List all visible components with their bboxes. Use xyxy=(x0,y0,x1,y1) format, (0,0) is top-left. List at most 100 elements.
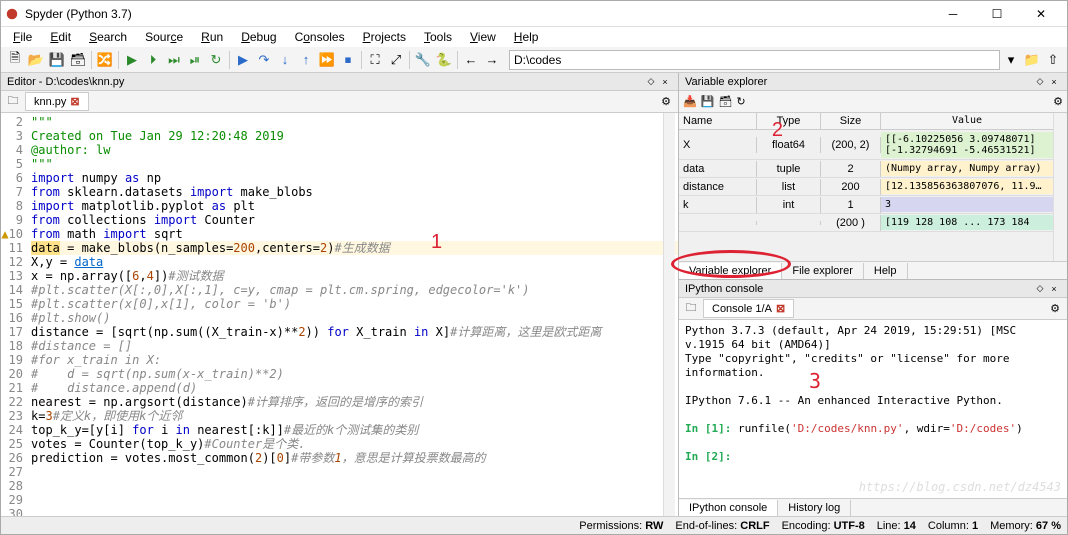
browse-dir-icon[interactable]: 📁 xyxy=(1022,50,1042,70)
save-data-icon[interactable]: 💾 xyxy=(701,95,715,108)
rerun-icon[interactable]: ↻ xyxy=(206,50,226,70)
ipython-banner-2: Type "copyright", "credits" or "license"… xyxy=(685,352,1061,380)
menubar: File Edit Search Source Run Debug Consol… xyxy=(1,27,1067,47)
varexp-undock-icon[interactable]: ◇ xyxy=(1033,76,1047,87)
debug-icon[interactable]: ▶ xyxy=(233,50,253,70)
col-type[interactable]: Type xyxy=(757,113,821,129)
menu-run[interactable]: Run xyxy=(193,28,231,46)
close-button[interactable]: ✕ xyxy=(1019,1,1063,27)
tab-variable-explorer[interactable]: Variable explorer xyxy=(679,263,782,279)
var-row[interactable]: (200 )[119 128 108 ... 173 184 xyxy=(679,214,1053,232)
varexp-close-icon[interactable]: × xyxy=(1047,77,1061,87)
status-encoding: Encoding: UTF-8 xyxy=(782,520,865,532)
editor-tab-knn[interactable]: knn.py ⊠ xyxy=(25,92,89,111)
close-tab-icon[interactable]: ⊠ xyxy=(70,95,79,108)
ipython-close-icon[interactable]: × xyxy=(1047,284,1061,294)
ipython-in-2[interactable]: In [2]: xyxy=(685,450,1061,464)
varexp-options-icon[interactable]: ⚙ xyxy=(1053,95,1063,108)
switch-file-icon[interactable]: 🔀 xyxy=(95,50,115,70)
ipython-output[interactable]: Python 3.7.3 (default, Apr 24 2019, 15:2… xyxy=(679,320,1067,498)
menu-tools[interactable]: Tools xyxy=(416,28,460,46)
editor-undock-icon[interactable]: ◇ xyxy=(644,76,658,87)
ipython-banner-1: Python 3.7.3 (default, Apr 24 2019, 15:2… xyxy=(685,324,1061,352)
preferences-icon[interactable]: 🔧 xyxy=(413,50,433,70)
editor-scrollbar[interactable] xyxy=(663,113,675,516)
in1-arg1: 'D:/codes/knn.py' xyxy=(791,422,904,435)
toolbar: 🗎 📂 💾 🗃 🔀 ▶ ⏵ ⏭ ⏯ ↻ ▶ ↷ ↓ ↑ ⏩ ⏹ ⛶ ⤢ 🔧 🐍 … xyxy=(1,47,1067,73)
col-name[interactable]: Name xyxy=(679,113,757,129)
in1-arg2: 'D:/codes' xyxy=(950,422,1016,435)
step-into-icon[interactable]: ↓ xyxy=(275,50,295,70)
editor-close-icon[interactable]: × xyxy=(658,77,672,87)
new-file-icon[interactable]: 🗎 xyxy=(5,50,25,70)
continue-icon[interactable]: ⏩ xyxy=(317,50,337,70)
varexp-scrollbar[interactable] xyxy=(1053,113,1067,261)
save-icon[interactable]: 💾 xyxy=(47,50,67,70)
code-editor[interactable]: 23456789▲1011121314151617181920212223242… xyxy=(1,113,678,516)
parent-dir-icon[interactable]: ⇧ xyxy=(1043,50,1063,70)
menu-consoles[interactable]: Consoles xyxy=(287,28,353,46)
tab-file-explorer[interactable]: File explorer xyxy=(782,263,864,279)
menu-view[interactable]: View xyxy=(462,28,504,46)
menu-help[interactable]: Help xyxy=(506,28,547,46)
close-console-icon[interactable]: ⊠ xyxy=(776,302,785,315)
save-data-as-icon[interactable]: 🗃 xyxy=(718,95,732,108)
back-icon[interactable]: ← xyxy=(461,50,481,70)
tab-help[interactable]: Help xyxy=(864,263,908,279)
col-value[interactable]: Value xyxy=(881,113,1053,129)
fullscreen-icon[interactable]: ⤢ xyxy=(386,50,406,70)
ipython-title-text: IPython console xyxy=(685,283,763,295)
menu-projects[interactable]: Projects xyxy=(355,28,414,46)
menu-search[interactable]: Search xyxy=(81,28,135,46)
import-data-icon[interactable]: 📥 xyxy=(683,95,697,108)
step-out-icon[interactable]: ↑ xyxy=(296,50,316,70)
open-file-icon[interactable]: 📂 xyxy=(26,50,46,70)
forward-icon[interactable]: → xyxy=(482,50,502,70)
in1-end: ) xyxy=(1016,422,1023,435)
var-row[interactable]: Xfloat64(200, 2)[[-6.10225056 3.09748071… xyxy=(679,130,1053,160)
editor-pane-title: Editor - D:\codes\knn.py ◇ × xyxy=(1,73,678,91)
run-cell-advance-icon[interactable]: ⏭ xyxy=(164,50,184,70)
editor-tab-label: knn.py xyxy=(34,96,66,108)
tab-history-log[interactable]: History log xyxy=(778,500,851,516)
status-memory: Memory: 67 % xyxy=(990,520,1061,532)
varexp-pane-title: Variable explorer ◇ × xyxy=(679,73,1067,91)
tab-ipython-console[interactable]: IPython console xyxy=(679,500,778,516)
path-dropdown-icon[interactable]: ▾ xyxy=(1001,50,1021,70)
var-row[interactable]: datatuple2(Numpy array, Numpy array) xyxy=(679,160,1053,178)
browse-tabs-icon[interactable]: 🗀 xyxy=(5,94,21,110)
maximize-button[interactable]: ☐ xyxy=(975,1,1019,27)
titlebar: Spyder (Python 3.7) ─ ☐ ✕ xyxy=(1,1,1067,27)
ipython-browse-tabs-icon[interactable]: 🗀 xyxy=(683,301,699,317)
ipython-tab-label: Console 1/A xyxy=(712,303,772,315)
working-dir-input[interactable]: D:\codes xyxy=(509,50,1000,70)
ipython-bottom-tabs: IPython console History log xyxy=(679,498,1067,516)
var-row[interactable]: distancelist200[12.135856363807076, 11.9… xyxy=(679,178,1053,196)
menu-source[interactable]: Source xyxy=(137,28,191,46)
save-all-icon[interactable]: 🗃 xyxy=(68,50,88,70)
refresh-icon[interactable]: ↻ xyxy=(736,95,745,108)
run-icon[interactable]: ▶ xyxy=(122,50,142,70)
in1-cmd: runfile( xyxy=(731,422,791,435)
stop-debug-icon[interactable]: ⏹ xyxy=(338,50,358,70)
col-size[interactable]: Size xyxy=(821,113,881,129)
run-selection-icon[interactable]: ⏯ xyxy=(185,50,205,70)
minimize-button[interactable]: ─ xyxy=(931,1,975,27)
step-over-icon[interactable]: ↷ xyxy=(254,50,274,70)
editor-options-icon[interactable]: ⚙ xyxy=(658,94,674,110)
statusbar: Permissions: RW End-of-lines: CRLF Encod… xyxy=(1,516,1067,534)
menu-debug[interactable]: Debug xyxy=(233,28,284,46)
ipython-options-icon[interactable]: ⚙ xyxy=(1047,301,1063,317)
menu-edit[interactable]: Edit xyxy=(42,28,79,46)
ipython-pane-title: IPython console ◇ × xyxy=(679,280,1067,298)
menu-file[interactable]: File xyxy=(5,28,40,46)
varexp-table: Name Type Size Value Xfloat64(200, 2)[[-… xyxy=(679,113,1067,261)
maximize-pane-icon[interactable]: ⛶ xyxy=(365,50,385,70)
ipython-undock-icon[interactable]: ◇ xyxy=(1033,283,1047,294)
code-area[interactable]: """Created on Tue Jan 29 12:20:48 2019@a… xyxy=(27,113,678,516)
line-gutter: 23456789▲1011121314151617181920212223242… xyxy=(1,113,27,516)
ipython-tab-console[interactable]: Console 1/A ⊠ xyxy=(703,299,794,318)
python-path-icon[interactable]: 🐍 xyxy=(434,50,454,70)
run-cell-icon[interactable]: ⏵ xyxy=(143,50,163,70)
var-row[interactable]: kint13 xyxy=(679,196,1053,214)
